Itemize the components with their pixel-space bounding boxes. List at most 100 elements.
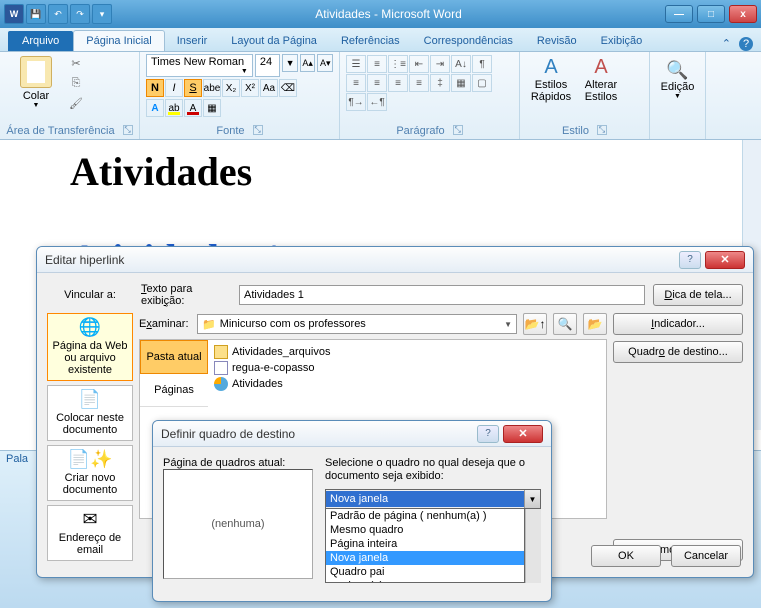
tab-browsed-pages[interactable]: Páginas: [140, 374, 208, 407]
tab-insert[interactable]: Inserir: [165, 31, 220, 51]
cut-icon[interactable]: ✂: [66, 54, 86, 72]
list-item[interactable]: Mesmo quadro: [326, 523, 524, 537]
file-name: Atividades_arquivos: [232, 346, 330, 358]
bookmark-button[interactable]: Indicador...: [613, 313, 743, 335]
tab-email[interactable]: ✉ Endereço de email: [47, 505, 133, 561]
align-right-button[interactable]: ≡: [388, 74, 408, 92]
ok-button[interactable]: OK: [591, 545, 661, 567]
change-case-button[interactable]: Aa: [260, 79, 278, 97]
folder-icon: 📁: [202, 318, 216, 331]
shrink-font-icon[interactable]: A▾: [317, 54, 333, 72]
help-icon[interactable]: ?: [739, 37, 753, 51]
dialog-close-button[interactable]: ✕: [705, 251, 745, 269]
look-in-combo[interactable]: 📁 Minicurso com os professores ▼: [197, 314, 517, 334]
font-size-combo[interactable]: 24: [255, 54, 281, 77]
rtl-button[interactable]: ←¶: [367, 93, 387, 111]
find-icon[interactable]: 🔍: [656, 60, 699, 81]
ribbon-minimize-icon[interactable]: ⌃: [722, 37, 731, 51]
dialog-titlebar: Editar hiperlink ? ✕: [37, 247, 753, 273]
list-item[interactable]: nenhum(a): [326, 579, 524, 583]
cancel-button[interactable]: Cancelar: [671, 545, 741, 567]
tab-existing-file[interactable]: 🌐 Página da Web ou arquivo existente: [47, 313, 133, 381]
maximize-button[interactable]: □: [697, 5, 725, 23]
styles-launcher[interactable]: ⤡: [597, 125, 607, 135]
grow-font-icon[interactable]: A▴: [300, 54, 316, 72]
tab-references[interactable]: Referências: [329, 31, 412, 51]
bold-label: N: [151, 82, 159, 94]
justify-button[interactable]: ≡: [409, 74, 429, 92]
change-styles-button[interactable]: A Alterar Estilos: [576, 54, 626, 105]
ltr-button[interactable]: ¶→: [346, 93, 366, 111]
tab-file[interactable]: Arquivo: [8, 31, 73, 51]
redo-icon[interactable]: ↷: [70, 4, 90, 24]
list-scrollbar[interactable]: [525, 509, 541, 583]
target-frame-button[interactable]: Quadro de destino...: [613, 341, 743, 363]
numbering-button[interactable]: ≡: [367, 55, 387, 73]
screen-tip-button[interactable]: Dica de tela...: [653, 284, 743, 306]
decrease-indent-button[interactable]: ⇤: [409, 55, 429, 73]
superscript-button[interactable]: X²: [241, 79, 259, 97]
tab-layout[interactable]: Layout da Página: [219, 31, 329, 51]
word-icon[interactable]: W: [4, 4, 24, 24]
multilevel-button[interactable]: ⋮≡: [388, 55, 408, 73]
up-folder-button[interactable]: 📂↑: [523, 313, 547, 335]
editing-label: Edição: [656, 81, 699, 93]
list-item[interactable]: Nova janela: [326, 551, 524, 565]
italic-button[interactable]: I: [165, 79, 183, 97]
bullets-button[interactable]: ☰: [346, 55, 366, 73]
align-center-button[interactable]: ≡: [367, 74, 387, 92]
close-button[interactable]: x: [729, 5, 757, 23]
minimize-button[interactable]: —: [665, 5, 693, 23]
increase-indent-button[interactable]: ⇥: [430, 55, 450, 73]
sort-button[interactable]: A↓: [451, 55, 471, 73]
subscript-button[interactable]: X₂: [222, 79, 240, 97]
text-effects-button[interactable]: A: [146, 99, 164, 117]
shading-button[interactable]: ▦: [451, 74, 471, 92]
dialog-help-button[interactable]: ?: [679, 251, 701, 269]
strikethrough-button[interactable]: abe: [203, 79, 221, 97]
tab-view[interactable]: Exibição: [589, 31, 655, 51]
list-item[interactable]: regua-e-copasso: [212, 360, 602, 376]
browse-web-button[interactable]: 🔍: [553, 313, 577, 335]
font-launcher[interactable]: ⤡: [253, 125, 263, 135]
qat-more-icon[interactable]: ▾: [92, 4, 112, 24]
borders-button[interactable]: ▢: [472, 74, 492, 92]
list-item[interactable]: Atividades: [212, 376, 602, 392]
list-item[interactable]: Quadro pai: [326, 565, 524, 579]
frame-options-list[interactable]: Padrão de página ( nenhum(a) ) Mesmo qua…: [325, 509, 525, 583]
font-name-combo[interactable]: Times New Roman ▼: [146, 54, 253, 77]
align-left-button[interactable]: ≡: [346, 74, 366, 92]
tab-current-folder[interactable]: Pasta atual: [140, 340, 208, 374]
line-spacing-button[interactable]: ‡: [430, 74, 450, 92]
browse-file-button[interactable]: 📂: [583, 313, 607, 335]
font-color-button[interactable]: A: [184, 99, 202, 117]
quick-styles-button[interactable]: A Estilos Rápidos: [526, 54, 576, 105]
list-item[interactable]: Atividades_arquivos: [212, 344, 602, 360]
tab-home[interactable]: Página Inicial: [73, 30, 164, 51]
border-button[interactable]: ▦: [203, 99, 221, 117]
format-painter-icon[interactable]: 🖌: [66, 94, 86, 112]
save-icon[interactable]: 💾: [26, 4, 46, 24]
tab-review[interactable]: Revisão: [525, 31, 589, 51]
tab-new-document[interactable]: 📄✨ Criar novo documento: [47, 445, 133, 501]
tab-mailings[interactable]: Correspondências: [412, 31, 525, 51]
dialog-close-button[interactable]: ✕: [503, 425, 543, 443]
show-marks-button[interactable]: ¶: [472, 55, 492, 73]
tab-place-in-doc[interactable]: 📄 Colocar neste documento: [47, 385, 133, 441]
list-item[interactable]: Padrão de página ( nenhum(a) ): [326, 509, 524, 523]
display-text-label: Texto para exibição:: [141, 283, 231, 307]
underline-button[interactable]: S: [184, 79, 202, 97]
undo-icon[interactable]: ↶: [48, 4, 68, 24]
frame-select-combo[interactable]: Nova janela ▼: [325, 489, 541, 509]
display-text-input[interactable]: [239, 285, 645, 305]
highlight-button[interactable]: ab: [165, 99, 183, 117]
clear-format-button[interactable]: ⌫: [279, 79, 297, 97]
paragraph-launcher[interactable]: ⤡: [453, 125, 463, 135]
paste-button[interactable]: Colar ▼: [6, 54, 66, 112]
clipboard-launcher[interactable]: ⤡: [123, 125, 133, 135]
bold-button[interactable]: N: [146, 79, 164, 97]
dialog-help-button[interactable]: ?: [477, 425, 499, 443]
list-item[interactable]: Página inteira: [326, 537, 524, 551]
copy-icon[interactable]: ⎘: [66, 74, 86, 92]
font-size-drop-icon[interactable]: ▼: [282, 54, 298, 72]
